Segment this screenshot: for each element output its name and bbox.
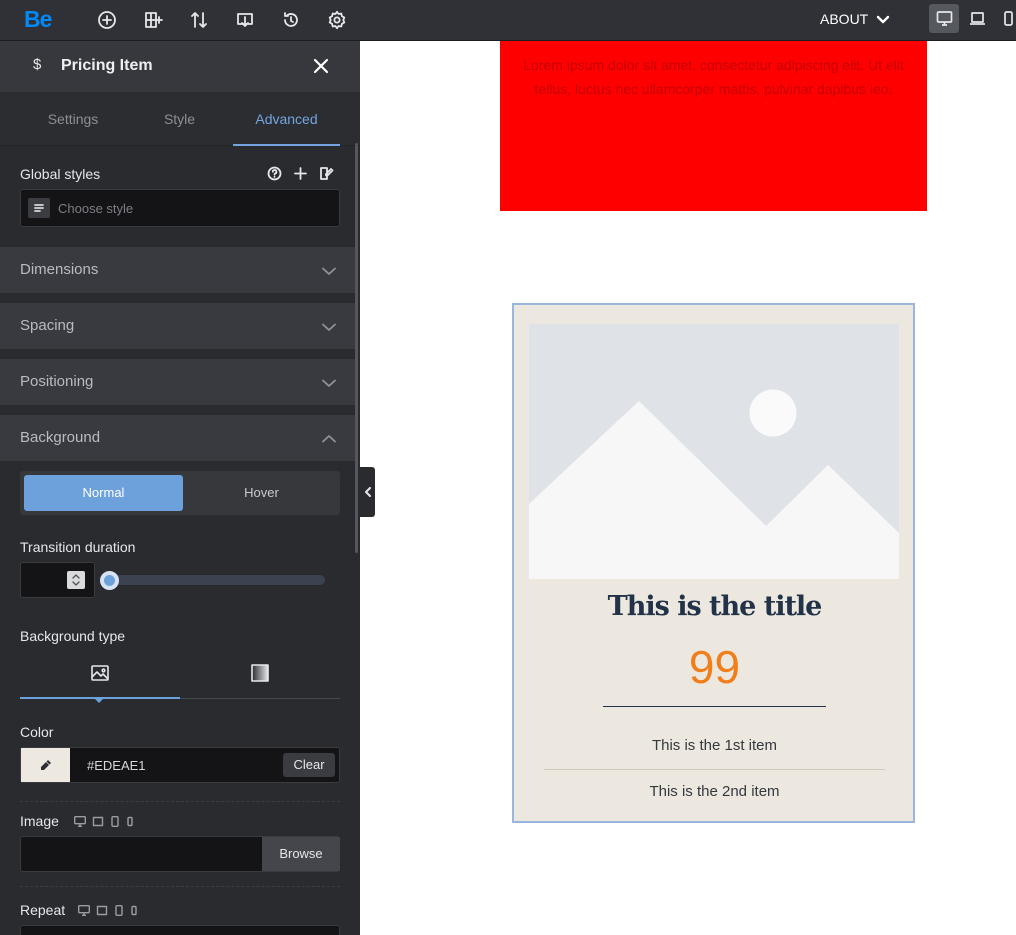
- chevron-down-icon: [322, 375, 336, 389]
- pricing-list-item: This is the 1st item: [651, 737, 778, 754]
- spinner-icon[interactable]: [67, 571, 85, 589]
- mobile-icon[interactable]: [130, 905, 138, 916]
- chevron-down-icon: [322, 263, 336, 277]
- responsive-toggles: [78, 905, 138, 916]
- panel-title: Pricing Item: [61, 57, 153, 74]
- image-icon: [91, 665, 109, 681]
- browse-button[interactable]: Browse: [262, 837, 340, 871]
- global-styles-label: Global styles: [20, 166, 101, 182]
- import-icon[interactable]: [234, 9, 256, 31]
- accordion-label: Spacing: [20, 317, 75, 334]
- accordion-spacing[interactable]: Spacing: [0, 303, 355, 349]
- pricing-item-separator: [544, 769, 885, 770]
- collapse-panel-button[interactable]: [360, 467, 375, 517]
- global-style-select[interactable]: Choose style: [20, 189, 340, 227]
- background-type-label: Background type: [20, 628, 126, 644]
- tablet-icon[interactable]: [114, 905, 124, 916]
- mobile-icon[interactable]: [126, 816, 134, 827]
- color-field: #EDEAE1 Clear: [20, 747, 340, 783]
- global-styles-actions: [267, 166, 334, 181]
- panel-tabs: Settings Style Advanced: [0, 92, 360, 146]
- gradient-type-option[interactable]: [180, 663, 340, 701]
- placeholder-image: [529, 324, 899, 579]
- pricing-list-item: This is the 2nd item: [649, 783, 780, 800]
- tab-style[interactable]: Style: [126, 92, 233, 146]
- add-icon[interactable]: [96, 9, 118, 31]
- dollar-icon: $: [33, 56, 42, 73]
- transition-duration-input[interactable]: [20, 562, 95, 598]
- top-toolbar: Be ABOUT: [0, 0, 1016, 41]
- chevron-down-icon: [877, 15, 890, 24]
- color-label: Color: [20, 724, 54, 740]
- desktop-icon[interactable]: [78, 905, 90, 916]
- normal-state-button[interactable]: Normal: [24, 475, 183, 511]
- clear-button[interactable]: Clear: [283, 753, 335, 777]
- layout-add-icon[interactable]: [142, 9, 164, 31]
- list-icon: [28, 198, 50, 218]
- page-menu-label: ABOUT: [820, 11, 869, 27]
- page-menu[interactable]: ABOUT: [820, 11, 890, 27]
- pricing-price: 99: [688, 641, 741, 693]
- eyedropper-icon: [40, 760, 51, 770]
- image-label: Image: [20, 813, 59, 829]
- mobile-icon[interactable]: [993, 4, 1016, 33]
- style-select-placeholder: Choose style: [58, 201, 134, 216]
- field-separator: [20, 886, 340, 887]
- red-text-section[interactable]: Lorem ipsum dolor sit amet, consectetur …: [500, 41, 927, 211]
- repeat-label: Repeat: [20, 902, 66, 918]
- accordion-background[interactable]: Background: [0, 415, 355, 461]
- plus-icon[interactable]: [293, 166, 308, 181]
- hover-state-button[interactable]: Hover: [183, 475, 340, 511]
- repeat-select[interactable]: [20, 925, 340, 935]
- be-logo[interactable]: Be: [24, 6, 52, 33]
- gradient-icon: [251, 664, 269, 682]
- color-swatch[interactable]: [21, 748, 70, 782]
- settings-icon[interactable]: [326, 9, 348, 31]
- image-type-option[interactable]: [20, 663, 180, 701]
- style-edit-icon[interactable]: [319, 166, 334, 181]
- desktop-icon[interactable]: [74, 816, 86, 827]
- panel-header: $ Pricing Item: [0, 41, 360, 92]
- background-type-caret: [94, 698, 104, 703]
- state-toggle: Normal Hover: [20, 471, 340, 515]
- history-icon[interactable]: [280, 9, 302, 31]
- tab-settings[interactable]: Settings: [20, 92, 126, 146]
- chevron-up-icon: [322, 431, 336, 445]
- laptop-icon[interactable]: [962, 4, 992, 33]
- sort-icon[interactable]: [188, 9, 210, 31]
- laptop-icon[interactable]: [96, 905, 108, 916]
- desktop-icon[interactable]: [929, 4, 959, 33]
- panel-scrollbar[interactable]: [355, 143, 358, 553]
- transition-slider-track[interactable]: [102, 575, 325, 585]
- pricing-item[interactable]: This is the title 99 This is the 1st ite…: [512, 303, 915, 823]
- accordion-label: Background: [20, 429, 101, 446]
- pricing-title: This is the title: [607, 591, 823, 622]
- close-icon[interactable]: [312, 57, 330, 75]
- laptop-icon[interactable]: [92, 816, 104, 827]
- help-icon[interactable]: [267, 166, 282, 181]
- image-field[interactable]: Browse: [20, 836, 340, 872]
- accordion-positioning[interactable]: Positioning: [0, 359, 355, 405]
- chevron-down-icon: [322, 319, 336, 333]
- field-separator: [20, 801, 340, 802]
- tab-advanced[interactable]: Advanced: [233, 92, 340, 146]
- responsive-toggles: [74, 816, 134, 827]
- pricing-content: This is the title 99 This is the 1st ite…: [529, 324, 900, 820]
- accordion-label: Positioning: [20, 373, 94, 390]
- lorem-text: Lorem ipsum dolor sit amet, consectetur …: [523, 57, 904, 97]
- color-value[interactable]: #EDEAE1: [87, 758, 146, 773]
- tablet-icon[interactable]: [110, 816, 120, 827]
- transition-slider-thumb[interactable]: [100, 571, 119, 590]
- accordion-label: Dimensions: [20, 261, 99, 278]
- chevron-left-icon: [364, 487, 371, 497]
- settings-panel: $ Pricing Item Settings Style Advanced G…: [0, 41, 360, 935]
- transition-duration-label: Transition duration: [20, 539, 136, 555]
- pricing-divider: [603, 706, 826, 707]
- accordion-dimensions[interactable]: Dimensions: [0, 247, 355, 293]
